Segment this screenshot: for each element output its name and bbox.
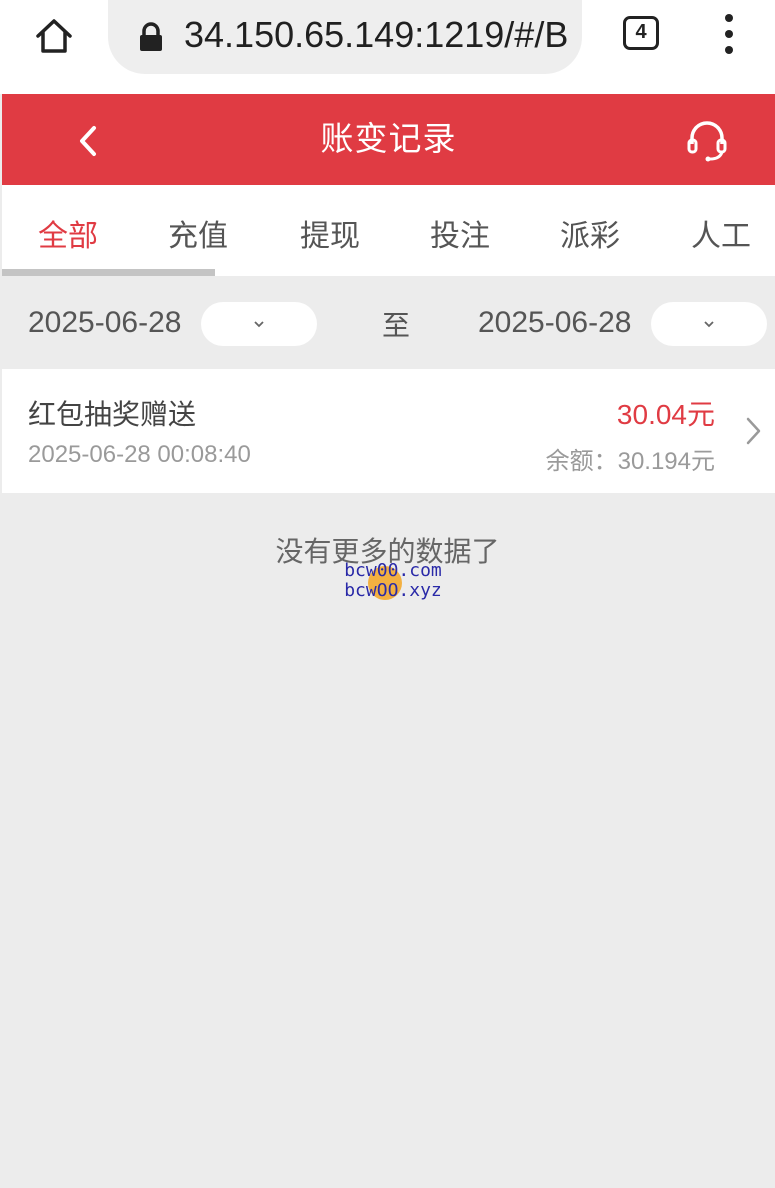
page-title: 账变记录 [320, 119, 457, 158]
browser-toolbar: 34.150.65.149:1219/#/B 4 [0, 0, 775, 94]
end-date-text[interactable]: 2025-06-28 [478, 306, 631, 340]
record-time: 2025-06-28 00:08:40 [28, 441, 251, 468]
watermark-line-1: bcw00.com [344, 560, 442, 581]
tab-manual[interactable]: 人工 [691, 211, 751, 255]
tab-recharge[interactable]: 充值 [168, 211, 228, 255]
tab-switcher-button[interactable]: 4 [623, 16, 659, 50]
tab-bet[interactable]: 投注 [430, 211, 490, 255]
start-date-text[interactable]: 2025-06-28 [28, 306, 181, 340]
watermark-line-2: bcwOO.xyz [344, 580, 442, 601]
record-balance: 余额：30.194元 [545, 448, 715, 475]
lock-icon [140, 22, 162, 51]
headset-icon[interactable] [682, 116, 732, 164]
record-title: 红包抽奖赠送 [28, 398, 197, 431]
record-amount: 30.04元 [616, 399, 715, 430]
date-separator: 至 [382, 309, 411, 342]
address-bar[interactable]: 34.150.65.149:1219/#/B [108, 0, 582, 74]
date-range-filter: 2025-06-28 至 2025-06-28 [2, 276, 775, 369]
filter-tabs: 全部 充值 提现 投注 派彩 人工 [2, 185, 775, 276]
tab-all[interactable]: 全部 [38, 211, 98, 255]
more-vert-icon[interactable] [712, 12, 746, 56]
tab-withdraw[interactable]: 提现 [300, 211, 360, 255]
list-item[interactable]: 红包抽奖赠送 2025-06-28 00:08:40 30.04元 余额：30.… [2, 369, 775, 493]
tab-indicator [2, 269, 215, 276]
chevron-down-icon [704, 321, 714, 328]
tab-payout[interactable]: 派彩 [560, 211, 620, 255]
watermark-logo: bcw00.com bcwOO.xyz [330, 558, 456, 606]
url-text: 34.150.65.149:1219/#/B [184, 14, 569, 55]
app-header: 账变记录 [2, 94, 775, 185]
home-icon[interactable] [30, 14, 78, 58]
chevron-right-icon [746, 417, 761, 445]
end-date-dropdown[interactable] [651, 302, 767, 346]
start-date-dropdown[interactable] [201, 302, 317, 346]
chevron-down-icon [254, 321, 264, 328]
